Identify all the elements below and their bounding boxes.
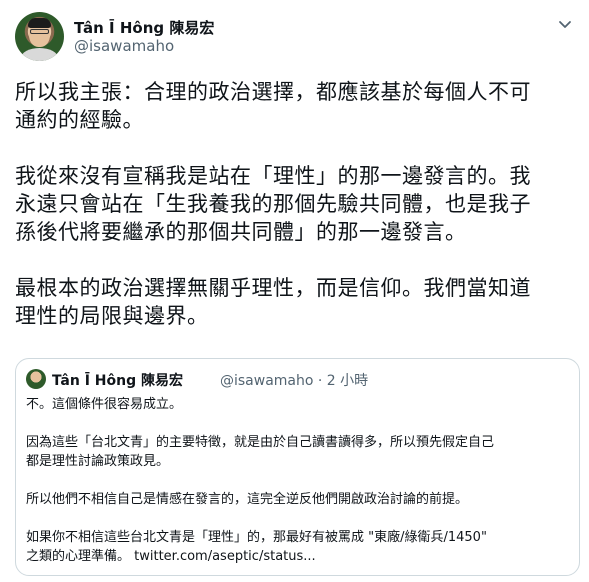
tweet-paragraph-2: 我從來沒有宣稱我是站在「理性」的那一邊發言的。我 永遠只會站在「生我養我的那個先… [15, 162, 575, 246]
quoted-author-name: Tân Ī Hông 陳易宏 [52, 373, 183, 389]
quoted-tweet[interactable]: Tân Ī Hông 陳易宏 @isawamaho · 2 小時 不。這個條件很… [15, 358, 580, 576]
tweet-line: 通約的經驗。 [15, 108, 144, 132]
quoted-line: 所以他們不相信自己是情感在發言的，這完全逆反他們開啟政治討論的前提。 [26, 492, 469, 507]
author-handle[interactable]: @isawamaho [74, 37, 174, 55]
author-name[interactable]: Tân Ī Hông 陳易宏 [74, 17, 214, 38]
tweet-paragraph-1: 所以我主張：合理的政治選擇，都應該基於每個人不可 通約的經驗。 [15, 78, 575, 134]
tweet-line: 永遠只會站在「生我養我的那個先驗共同體，也是我子 [15, 192, 531, 216]
chevron-down-icon[interactable] [555, 14, 575, 34]
quoted-tweet-text: 不。這個條件很容易成立。 因為這些「台北文青」的主要特徵，就是由於自己讀書讀得多… [26, 395, 571, 566]
avatar-glasses [30, 29, 49, 34]
quoted-line: 都是理性討論政策政見。 [26, 454, 170, 469]
quoted-line: 不。這個條件很容易成立。 [26, 397, 183, 412]
quoted-line: 如果你不相信這些台北文青是「理性」的，那最好有被罵成 "東廠/綠衛兵/1450" [26, 530, 487, 545]
tweet-paragraph-3: 最根本的政治選擇無關乎理性，而是信仰。我們當知道 理性的局限與邊界。 [15, 274, 575, 330]
avatar-hair [28, 18, 51, 28]
quoted-line: 因為這些「台北文青」的主要特徵，就是由於自己讀書讀得多，所以預先假定自己 [26, 435, 495, 450]
quoted-paragraph-1: 不。這個條件很容易成立。 [26, 395, 571, 414]
tweet-line: 最根本的政治選擇無關乎理性，而是信仰。我們當知道 [15, 276, 531, 300]
tweet-text: 所以我主張：合理的政治選擇，都應該基於每個人不可 通約的經驗。 我從來沒有宣稱我… [15, 78, 575, 358]
quoted-tweet-header: Tân Ī Hông 陳易宏 @isawamaho · 2 小時 [26, 369, 566, 389]
tweet-card: Tân Ī Hông 陳易宏 @isawamaho 所以我主張：合理的政治選擇，… [0, 0, 589, 582]
tweet-line: 理性的局限與邊界。 [15, 304, 209, 328]
tweet-header: Tân Ī Hông 陳易宏 @isawamaho [15, 12, 575, 64]
quoted-avatar [26, 369, 46, 389]
quoted-author-meta: @isawamaho · 2 小時 [220, 373, 369, 389]
quoted-paragraph-3: 所以他們不相信自己是情感在發言的，這完全逆反他們開啟政治討論的前提。 [26, 490, 571, 509]
quoted-paragraph-2: 因為這些「台北文青」的主要特徵，就是由於自己讀書讀得多，所以預先假定自己 都是理… [26, 433, 571, 471]
quoted-line: 之類的心理準備。 twitter.com/aseptic/status... [26, 549, 316, 564]
tweet-line: 所以我主張：合理的政治選擇，都應該基於每個人不可 [15, 80, 531, 104]
tweet-line: 我從來沒有宣稱我是站在「理性」的那一邊發言的。我 [15, 164, 531, 188]
quoted-paragraph-4: 如果你不相信這些台北文青是「理性」的，那最好有被罵成 "東廠/綠衛兵/1450"… [26, 528, 571, 566]
avatar[interactable] [15, 12, 64, 61]
avatar-shirt [21, 48, 58, 61]
tweet-line: 孫後代將要繼承的那個共同體」的那一邊發言。 [15, 220, 467, 244]
